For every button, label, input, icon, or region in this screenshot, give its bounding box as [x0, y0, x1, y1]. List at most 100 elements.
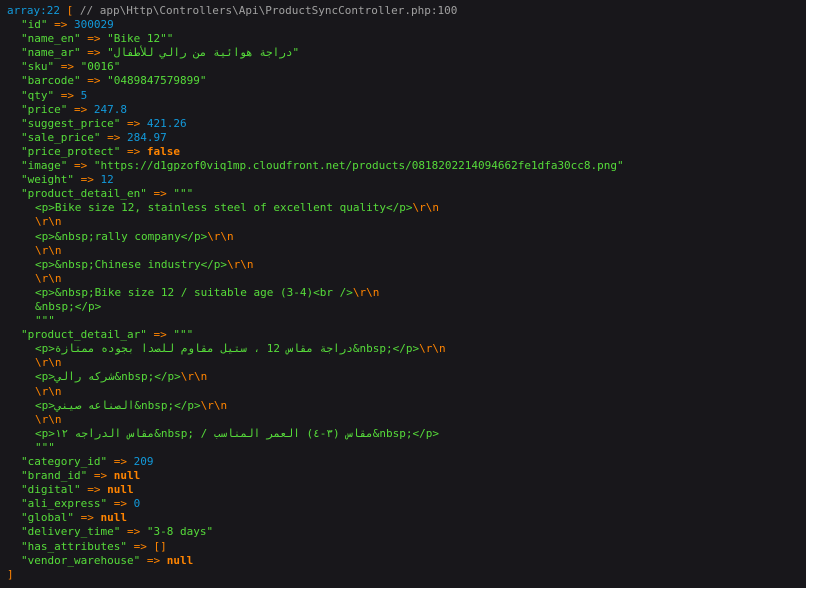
heredoc-text: <p>Bike size 12, stainless steel of exce… — [35, 201, 413, 215]
escape-sequence: \r\n — [200, 398, 228, 412]
entry-key: "id" — [21, 18, 48, 32]
heredoc-text: <p>&nbsp;rally company</p> — [35, 229, 208, 243]
heredoc-line: \r\n — [0, 215, 806, 229]
entry-key: "brand_id" — [21, 469, 88, 483]
entry-key: "has_attributes" — [21, 539, 127, 553]
entry-value: null — [113, 469, 141, 483]
array-entry: "delivery_time" => "3-8 days" — [0, 525, 806, 539]
entry-value: null — [100, 511, 127, 525]
escape-sequence: \r\n — [35, 215, 62, 229]
array-entry: "barcode" => "0489847579899" — [0, 74, 806, 88]
escape-sequence: \r\n — [419, 342, 446, 356]
entry-key: "sku" — [21, 60, 55, 74]
heredoc-line: <p>&nbsp;rally company</p>\r\n — [0, 230, 806, 244]
dump-header: array:22 [ // app\Http\Controllers\Api\P… — [0, 4, 806, 18]
entry-key: "digital" — [21, 483, 81, 497]
array-entry: "sale_price" => 284.97 — [0, 131, 806, 145]
entry-value: 5 — [80, 88, 88, 102]
entry-key: "sale_price" — [21, 130, 101, 144]
entry-value: null — [166, 553, 194, 567]
heredoc-close-line: """ — [0, 441, 806, 455]
array-entries-top: "id" => 300029 "name_en" => "Bike 12"" "na… — [0, 18, 806, 187]
entry-value: 12 — [100, 173, 114, 187]
array-entry: "sku" => "0016" — [0, 60, 806, 74]
entry-key: "vendor_warehouse" — [21, 553, 141, 567]
heredoc-open: """ — [173, 328, 194, 342]
heredoc-close: """ — [35, 440, 55, 454]
entry-value: "Bike 12"" — [107, 32, 174, 46]
heredoc-line: <p>&nbsp;Bike size 12 / suitable age (3-… — [0, 286, 806, 300]
entry-value: "3-8 days" — [146, 525, 214, 539]
heredoc-text: <p>&nbsp;Bike size 12 / suitable age (3-… — [35, 285, 353, 299]
array-entry: "price_protect" => false — [0, 145, 806, 159]
array-entry: "has_attributes" => [] — [0, 540, 806, 554]
entry-arrow: => — [126, 144, 141, 158]
entry-arrow: => — [87, 74, 101, 88]
heredoc-open: """ — [173, 187, 194, 201]
heredoc-close: """ — [35, 314, 55, 328]
entry-key: "price" — [21, 102, 68, 116]
entry-value: 247.8 — [93, 102, 127, 116]
array-entry: "image" => "https://d1gpzof0viq1mp.cloud… — [0, 159, 806, 173]
entry-arrow: => — [107, 130, 121, 144]
entry-key: "weight" — [21, 173, 74, 187]
entry-arrow: => — [93, 469, 108, 483]
heredoc-line: <p>شركه رالي&nbsp;</p>\r\n — [0, 370, 806, 384]
heredoc-text: <p>&nbsp;Chinese industry</p> — [35, 257, 228, 271]
entry-key: "ali_express" — [21, 497, 108, 511]
heredoc-line: <p>دراجة مقاس 12 ، ستيل مقاوم للصدا بجود… — [0, 342, 806, 356]
escape-sequence: \r\n — [35, 243, 62, 257]
heredoc-text: <p>دراجة مقاس 12 ، ستيل مقاوم للصدا بجود… — [35, 342, 420, 356]
entry-value: null — [107, 483, 134, 497]
escape-sequence: \r\n — [35, 271, 62, 285]
entry-arrow: => — [54, 18, 68, 32]
array-entry: "qty" => 5 — [0, 89, 806, 103]
heredoc-line: \r\n — [0, 385, 806, 399]
entry-arrow: => — [153, 187, 167, 201]
heredoc-line: &nbsp;</p> — [0, 300, 806, 314]
entry-value: "دراجة هوائية من رالي للأطفال" — [107, 46, 300, 60]
array-entry: "ali_express" => 0 — [0, 497, 806, 511]
escape-sequence: \r\n — [352, 285, 380, 299]
heredoc-text: <p>الصناعه صيني&nbsp;</p> — [35, 398, 201, 412]
escape-sequence: \r\n — [35, 412, 62, 426]
heredoc-close-line: """ — [0, 314, 806, 328]
entry-key: "delivery_time" — [21, 525, 121, 539]
entry-arrow: => — [113, 497, 127, 511]
heredoc-text: <p>مقاس الدراجه ١٢&nbsp; / مقاس (٣-٤) ال… — [35, 426, 440, 440]
entry-key: "image" — [21, 159, 68, 173]
heredoc-line: \r\n — [0, 244, 806, 258]
heredoc-line: <p>Bike size 12, stainless steel of exce… — [0, 201, 806, 215]
var-dump-output: array:22 [ // app\Http\Controllers\Api\P… — [0, 0, 806, 588]
array-close-bracket: ] — [7, 567, 14, 581]
heredoc-text: &nbsp;</p> — [35, 299, 102, 313]
entry-key: "price_protect" — [21, 144, 121, 158]
entry-arrow: => — [126, 525, 141, 539]
entry-arrow: => — [133, 539, 147, 553]
heredoc-line: <p>الصناعه صيني&nbsp;</p>\r\n — [0, 399, 806, 413]
entry-arrow: => — [146, 553, 161, 567]
entry-key: "name_ar" — [21, 46, 81, 60]
entry-value: [] — [153, 539, 167, 553]
product-detail-en-block: "product_detail_en" => """ <p>Bike size 1… — [0, 187, 806, 328]
array-entry: "price" => 247.8 — [0, 103, 806, 117]
entry-arrow: => — [113, 455, 127, 468]
array-open-bracket: [ — [66, 4, 74, 17]
array-entry: "id" => 300029 — [0, 18, 806, 32]
array-entry: "category_id" => 209 — [0, 455, 806, 469]
entry-value: "https://d1gpzof0viq1mp.cloudfront.net/p… — [93, 159, 624, 173]
source-location-comment: // app\Http\Controllers\Api\ProductSyncC… — [79, 4, 458, 17]
entry-value: "0489847579899" — [107, 74, 207, 88]
escape-sequence: \r\n — [180, 370, 208, 384]
entry-arrow: => — [73, 159, 88, 173]
entry-key: "qty" — [21, 88, 55, 102]
entry-arrow: => — [60, 60, 74, 74]
array-entry: "vendor_warehouse" => null — [0, 554, 806, 568]
entry-value: 209 — [133, 455, 154, 468]
array-entry: "product_detail_ar" => """ — [0, 328, 806, 342]
escape-sequence: \r\n — [35, 384, 62, 398]
product-detail-ar-block: "product_detail_ar" => """ <p>دراجة مقاس … — [0, 328, 806, 455]
entry-key: "product_detail_en" — [21, 187, 147, 201]
escape-sequence: \r\n — [227, 257, 254, 271]
entry-key: "barcode" — [21, 74, 81, 88]
